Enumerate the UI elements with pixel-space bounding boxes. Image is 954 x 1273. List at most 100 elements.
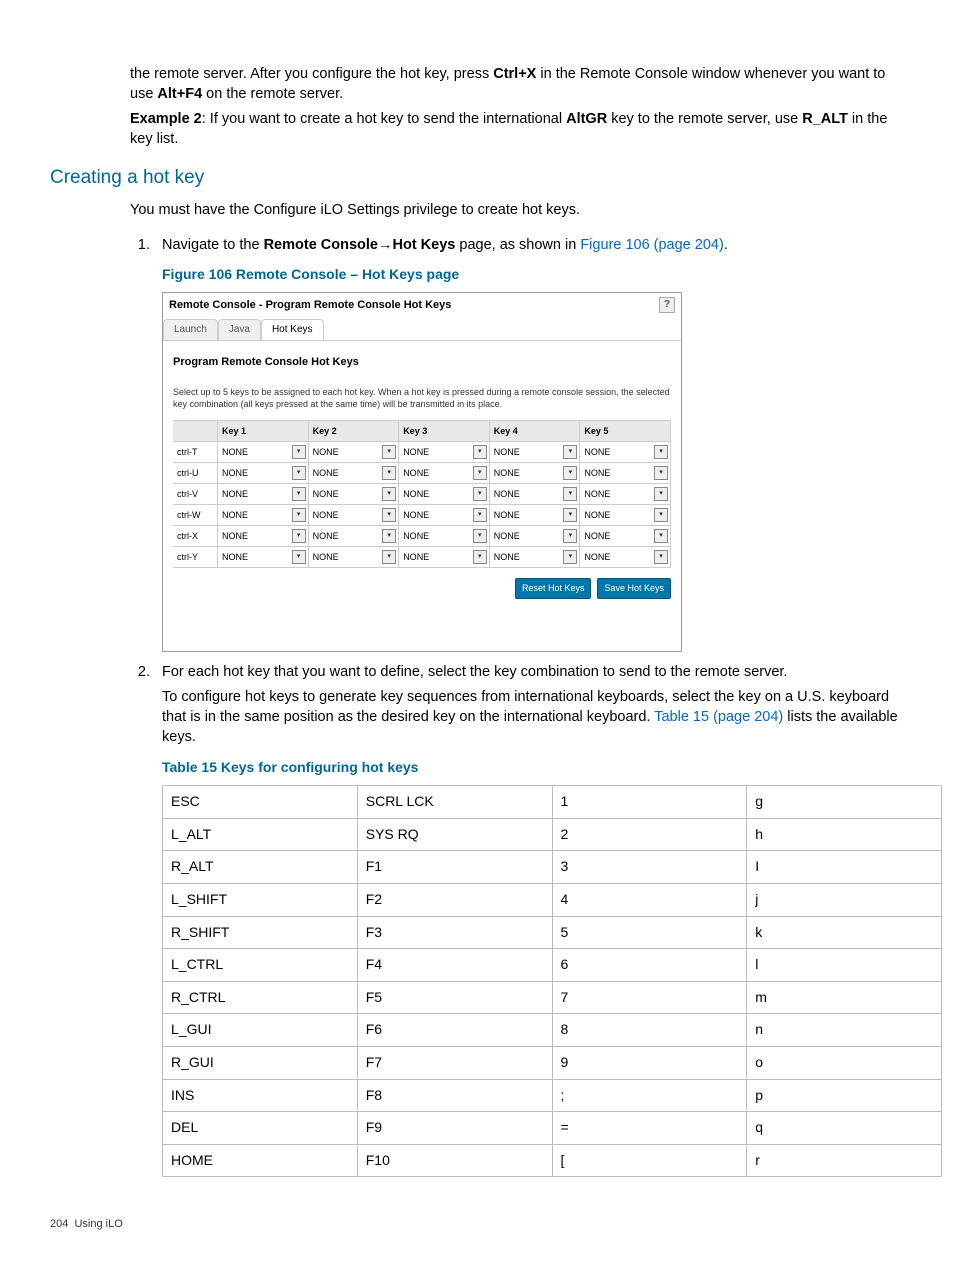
key-select[interactable]: NONE▾ bbox=[490, 465, 580, 481]
chevron-down-icon[interactable]: ▾ bbox=[382, 466, 396, 480]
chevron-down-icon[interactable]: ▾ bbox=[292, 529, 306, 543]
key-select[interactable]: NONE ▾ bbox=[490, 444, 580, 460]
key-select[interactable]: NONE▾ bbox=[309, 528, 399, 544]
tab-launch[interactable]: Launch bbox=[163, 319, 218, 340]
chevron-down-icon[interactable]: ▾ bbox=[473, 550, 487, 564]
key-select[interactable]: NONE▾ bbox=[490, 507, 580, 523]
text: . bbox=[724, 237, 728, 253]
panel-title: Remote Console - Program Remote Console … bbox=[169, 298, 451, 313]
keys-cell: R_CTRL bbox=[163, 981, 358, 1014]
hk-row-label: ctrl-Y bbox=[173, 547, 218, 568]
hk-col-header bbox=[173, 421, 218, 442]
chevron-down-icon[interactable]: ▾ bbox=[563, 529, 577, 543]
key-select[interactable]: NONE▾ bbox=[218, 528, 308, 544]
key-select[interactable]: NONE▾ bbox=[399, 465, 489, 481]
key-select[interactable]: NONE ▾ bbox=[490, 486, 580, 502]
chevron-down-icon[interactable]: ▾ bbox=[382, 445, 396, 459]
chevron-down-icon[interactable]: ▾ bbox=[382, 550, 396, 564]
key-select[interactable]: NONE ▾ bbox=[309, 486, 399, 502]
key-select[interactable]: NONE▾ bbox=[580, 465, 670, 481]
hotkeys-panel: Remote Console - Program Remote Console … bbox=[162, 292, 682, 652]
key-select-value: NONE bbox=[313, 488, 339, 501]
chevron-down-icon[interactable]: ▾ bbox=[563, 487, 577, 501]
table-link[interactable]: Table 15 (page 204) bbox=[654, 709, 783, 725]
chevron-down-icon[interactable]: ▾ bbox=[292, 508, 306, 522]
keys-cell: I bbox=[747, 851, 942, 884]
chevron-down-icon[interactable]: ▾ bbox=[563, 466, 577, 480]
hk-cell: NONE▾ bbox=[218, 442, 309, 463]
tab-java[interactable]: Java bbox=[218, 319, 261, 340]
keys-cell: R_GUI bbox=[163, 1047, 358, 1080]
hk-cell: NONE▾ bbox=[580, 505, 671, 526]
chevron-down-icon[interactable]: ▾ bbox=[473, 508, 487, 522]
key-select[interactable]: NONE▾ bbox=[309, 444, 399, 460]
chevron-down-icon[interactable]: ▾ bbox=[382, 529, 396, 543]
key-select-value: NONE bbox=[584, 530, 610, 543]
key-select-value: NONE bbox=[584, 446, 610, 459]
key-select-value: NONE bbox=[494, 488, 520, 501]
chevron-down-icon[interactable]: ▾ bbox=[292, 466, 306, 480]
key-select[interactable]: NONE▾ bbox=[399, 528, 489, 544]
keys-cell: [ bbox=[552, 1144, 747, 1177]
chevron-down-icon[interactable]: ▾ bbox=[292, 550, 306, 564]
chevron-down-icon[interactable]: ▾ bbox=[654, 508, 668, 522]
key-select[interactable]: NONE▾ bbox=[218, 444, 308, 460]
keys-cell: k bbox=[747, 916, 942, 949]
chevron-down-icon[interactable]: ▾ bbox=[292, 487, 306, 501]
key-select[interactable]: NONE ▾ bbox=[580, 444, 670, 460]
keys-cell: m bbox=[747, 981, 942, 1014]
panel-subtitle: Program Remote Console Hot Keys bbox=[173, 355, 671, 370]
keys-row: L_CTRLF46l bbox=[163, 949, 942, 982]
key-select[interactable]: NONE▾ bbox=[580, 486, 670, 502]
keys-cell: F8 bbox=[357, 1079, 552, 1112]
figure-link[interactable]: Figure 106 (page 204) bbox=[580, 237, 724, 253]
key-select[interactable]: NONE▾ bbox=[309, 507, 399, 523]
reset-button[interactable]: Reset Hot Keys bbox=[515, 578, 592, 599]
key-select[interactable]: NONE▾ bbox=[580, 507, 670, 523]
key-select[interactable]: NONE▾ bbox=[218, 465, 308, 481]
key-select[interactable]: NONE▾ bbox=[218, 507, 308, 523]
chevron-down-icon[interactable]: ▾ bbox=[473, 529, 487, 543]
text: the remote server. After you configure t… bbox=[130, 66, 493, 82]
hk-col-header: Key 3 bbox=[399, 421, 490, 442]
key-select[interactable]: NONE▾ bbox=[399, 549, 489, 565]
chevron-down-icon[interactable]: ▾ bbox=[654, 529, 668, 543]
chevron-down-icon[interactable]: ▾ bbox=[654, 466, 668, 480]
key-select[interactable]: NONE▾ bbox=[399, 444, 489, 460]
chevron-down-icon[interactable]: ▾ bbox=[654, 445, 668, 459]
key-select[interactable]: NONE▾ bbox=[399, 507, 489, 523]
key-select[interactable]: NONE▾ bbox=[399, 486, 489, 502]
key-select[interactable]: NONE ▾ bbox=[580, 549, 670, 565]
hk-col-header: Key 2 bbox=[308, 421, 399, 442]
tab-hotkeys[interactable]: Hot Keys bbox=[261, 319, 324, 340]
key-select[interactable]: NONE▾ bbox=[218, 486, 308, 502]
key-select[interactable]: NONE ▾ bbox=[580, 528, 670, 544]
keys-cell: F4 bbox=[357, 949, 552, 982]
help-icon[interactable]: ? bbox=[659, 297, 675, 313]
chevron-down-icon[interactable]: ▾ bbox=[654, 550, 668, 564]
chevron-down-icon[interactable]: ▾ bbox=[473, 445, 487, 459]
chevron-down-icon[interactable]: ▾ bbox=[382, 508, 396, 522]
hk-row: ctrl-VNONE▾NONE▾NONE▾NONE▾NONE▾ bbox=[173, 484, 671, 505]
key-select[interactable]: NONE▾ bbox=[309, 465, 399, 481]
chevron-down-icon[interactable]: ▾ bbox=[382, 487, 396, 501]
key-select[interactable]: NONE▾ bbox=[490, 549, 580, 565]
chevron-down-icon[interactable]: ▾ bbox=[563, 550, 577, 564]
key-select-value: NONE bbox=[584, 551, 610, 564]
chevron-down-icon[interactable]: ▾ bbox=[563, 445, 577, 459]
key-select[interactable]: NONE▾ bbox=[309, 549, 399, 565]
hk-cell: NONE ▾ bbox=[580, 526, 671, 547]
kbd-altf4: Alt+F4 bbox=[157, 86, 202, 102]
chevron-down-icon[interactable]: ▾ bbox=[563, 508, 577, 522]
hk-row: ctrl-XNONE▾NONE▾NONE▾NONE▾NONE▾ bbox=[173, 526, 671, 547]
hk-cell: NONE▾ bbox=[308, 505, 399, 526]
save-button[interactable]: Save Hot Keys bbox=[597, 578, 671, 599]
chevron-down-icon[interactable]: ▾ bbox=[654, 487, 668, 501]
chevron-down-icon[interactable]: ▾ bbox=[473, 487, 487, 501]
key-select[interactable]: NONE▾ bbox=[490, 528, 580, 544]
hk-cell: NONE▾ bbox=[308, 547, 399, 568]
chevron-down-icon[interactable]: ▾ bbox=[292, 445, 306, 459]
key-select-value: NONE bbox=[494, 446, 520, 459]
chevron-down-icon[interactable]: ▾ bbox=[473, 466, 487, 480]
key-select[interactable]: NONE▾ bbox=[218, 549, 308, 565]
